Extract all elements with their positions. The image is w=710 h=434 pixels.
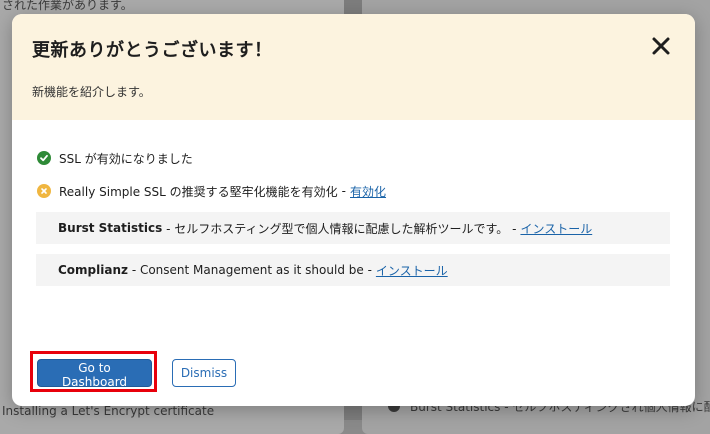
dismiss-button[interactable]: Dismiss <box>172 359 236 387</box>
background-text: された作業があります。 <box>2 0 133 12</box>
feature-list: SSL が有効になりました Really Simple SSL の推奨する堅牢化… <box>36 146 671 296</box>
plugin-description: - Consent Management as it should be - <box>128 263 372 277</box>
modal-subtitle: 新機能を紹介します。 <box>32 85 151 99</box>
enable-hardening-link[interactable]: 有効化 <box>350 183 386 200</box>
list-item-text: SSL が有効になりました <box>59 151 193 166</box>
background-text: Installing a Let's Encrypt certificate <box>2 404 215 418</box>
update-modal: 更新ありがとうございます！ 新機能を紹介します。 SSL が有効になりました R… <box>12 14 695 406</box>
plugin-description: - セルフホスティング型で個人情報に配慮した解析ツールです。 - <box>162 221 517 236</box>
plugin-name: Burst Statistics <box>58 221 163 235</box>
plugin-suggestion-complianz: Complianz - Consent Management as it sho… <box>36 254 670 286</box>
separator: - <box>341 184 346 198</box>
close-icon[interactable] <box>651 36 671 56</box>
list-item-text: Really Simple SSL の推奨する堅牢化機能を有効化 <box>59 184 338 199</box>
modal-title: 更新ありがとうございます！ <box>32 40 273 61</box>
install-burst-link[interactable]: インストール <box>520 220 592 237</box>
list-item: Really Simple SSL の推奨する堅牢化機能を有効化 - 有効化 <box>36 179 671 203</box>
install-complianz-link[interactable]: インストール <box>376 262 448 279</box>
plugin-suggestion-burst: Burst Statistics - セルフホスティング型で個人情報に配慮した解… <box>36 212 670 244</box>
go-to-dashboard-button[interactable]: Go to Dashboard <box>37 359 152 389</box>
warning-circle-icon <box>37 184 51 198</box>
modal-header: 更新ありがとうございます！ 新機能を紹介します。 <box>12 14 695 120</box>
plugin-name: Complianz <box>58 263 128 277</box>
check-circle-icon <box>37 151 51 165</box>
list-item: SSL が有効になりました <box>36 146 671 170</box>
